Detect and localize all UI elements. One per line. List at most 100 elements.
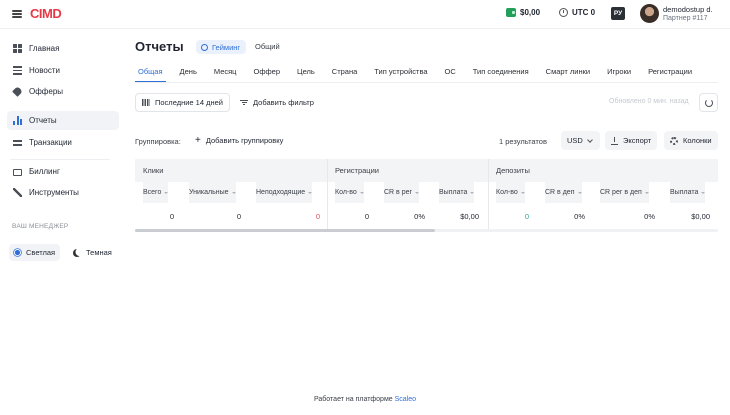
sidebar-divider: [10, 159, 110, 160]
tab-country[interactable]: Страна: [329, 60, 361, 82]
theme-light-label: Светлая: [26, 248, 56, 257]
sort-icon: [164, 191, 169, 194]
tab-connection-type[interactable]: Тип соединения: [470, 60, 532, 82]
theme-dark-label: Темная: [86, 248, 112, 257]
sidebar-item-home[interactable]: Главная: [7, 39, 119, 58]
language-switch[interactable]: РУ: [611, 7, 625, 20]
menu-icon[interactable]: [12, 10, 22, 18]
sidebar-item-reports[interactable]: Отчеты: [7, 111, 119, 130]
plus-icon: +: [195, 134, 201, 146]
sidebar-item-transactions[interactable]: Транзакции: [7, 133, 119, 152]
filter-icon: [240, 99, 248, 106]
tab-goal[interactable]: Цель: [294, 60, 318, 82]
date-range-label: Последние 14 дней: [155, 98, 223, 107]
table-cell: 0%: [574, 211, 585, 221]
column-header-clicks-invalid[interactable]: Неподходящие: [256, 182, 313, 203]
grouping-label: Группировка:: [135, 137, 181, 146]
tab-players[interactable]: Игроки: [604, 60, 634, 82]
column-header-clicks-unique[interactable]: Уникальные: [189, 182, 236, 203]
sort-icon: [415, 191, 420, 194]
tab-registrations[interactable]: Регистрации: [645, 60, 695, 82]
column-header-label: Всего: [143, 189, 162, 196]
tab-offer[interactable]: Оффер: [250, 60, 283, 82]
report-tabs: Общая День Месяц Оффер Цель Страна Тип у…: [135, 60, 706, 82]
columns-button[interactable]: Колонки: [664, 131, 718, 150]
sidebar-item-label: Инструменты: [29, 188, 79, 197]
sort-icon: [359, 191, 364, 194]
column-header-dep-count[interactable]: Кол-во: [496, 182, 525, 203]
bar-chart-icon: [13, 116, 22, 125]
column-header-label: Неподходящие: [256, 189, 306, 196]
sort-icon: [231, 191, 236, 194]
sort-icon: [470, 191, 475, 194]
column-header-label: Кол-во: [496, 189, 518, 196]
column-header-label: CR в деп: [545, 189, 575, 196]
column-header-dep-payout[interactable]: Выплата: [670, 182, 706, 203]
footer-link[interactable]: Scaleo: [395, 396, 416, 403]
report-type-general[interactable]: Общий: [255, 42, 280, 51]
refresh-icon: [704, 98, 713, 107]
sidebar-item-label: Транзакции: [29, 138, 72, 147]
sun-icon: [14, 249, 21, 256]
wallet-icon: [506, 8, 516, 17]
user-name[interactable]: demodostup d.: [663, 5, 713, 14]
column-header-reg-count[interactable]: Кол-во: [335, 182, 364, 203]
theme-light-toggle[interactable]: Светлая: [9, 244, 61, 261]
tab-device-type[interactable]: Тип устройства: [371, 60, 430, 82]
manager-label: ВАШ МЕНЕДЖЕР: [12, 223, 69, 230]
export-label: Экспорт: [623, 136, 652, 145]
column-header-reg-cr[interactable]: CR в рег: [384, 182, 420, 203]
tab-smart-links[interactable]: Смарт линки: [543, 60, 593, 82]
sidebar-item-offers[interactable]: Офферы: [7, 82, 119, 101]
export-button[interactable]: Экспорт: [605, 131, 658, 150]
calendar-icon: [142, 99, 150, 106]
sidebar-item-label: Биллинг: [29, 167, 60, 176]
currency-select[interactable]: USD: [561, 131, 600, 150]
columns-label: Колонки: [683, 136, 712, 145]
report-table: Клики Регистрации Депозиты Всего Уникаль…: [135, 159, 718, 232]
tab-day[interactable]: День: [177, 60, 200, 82]
sidebar-item-tools[interactable]: Инструменты: [7, 183, 119, 202]
avatar[interactable]: [640, 4, 659, 23]
sidebar-item-news[interactable]: Новости: [7, 61, 119, 80]
sort-icon: [308, 191, 313, 194]
timezone-widget[interactable]: UTC 0: [559, 8, 595, 17]
add-filter-button[interactable]: Добавить фильтр: [234, 93, 320, 112]
footer-text: Работает на платформе: [313, 396, 395, 403]
tabs-divider: [135, 82, 718, 83]
sidebar-item-label: Офферы: [29, 87, 64, 96]
sidebar-item-label: Главная: [29, 44, 60, 53]
table-cell: 0: [236, 211, 241, 221]
clock-icon: [559, 8, 568, 17]
tab-general[interactable]: Общая: [135, 60, 166, 82]
sidebar-item-billing[interactable]: Биллинг: [7, 162, 119, 181]
table-cell: 0: [524, 211, 529, 221]
column-header-dep-cr[interactable]: CR в деп: [545, 182, 582, 203]
column-header-clicks-total[interactable]: Всего: [143, 182, 169, 203]
tab-os[interactable]: ОС: [442, 60, 459, 82]
download-icon: [611, 136, 618, 145]
tab-month[interactable]: Месяц: [211, 60, 240, 82]
add-grouping-button[interactable]: + Добавить группировку: [189, 131, 289, 150]
column-header-reg-dep-cr[interactable]: CR рег в деп: [600, 182, 649, 203]
gaming-icon: [201, 43, 208, 51]
column-group-clicks: Клики: [135, 159, 327, 182]
table-cell: $0,00: [691, 211, 710, 221]
add-filter-label: Добавить фильтр: [253, 98, 314, 107]
moon-icon: [73, 249, 81, 257]
report-type-gaming-label: Гейминг: [212, 42, 241, 52]
balance-widget[interactable]: $0,00: [506, 8, 540, 17]
sort-icon: [577, 191, 582, 194]
updated-status: Обновлено 0 мин. назад: [609, 98, 689, 105]
report-type-gaming[interactable]: Гейминг: [196, 40, 247, 54]
brand-logo[interactable]: CIMD: [30, 6, 62, 21]
timezone-value: UTC 0: [572, 8, 596, 17]
date-range-button[interactable]: Последние 14 дней: [135, 93, 230, 112]
sidebar-item-label: Отчеты: [29, 116, 57, 125]
table-cell: 0: [169, 211, 174, 221]
scrollbar-thumb[interactable]: [135, 229, 435, 232]
gear-icon: [670, 136, 678, 145]
column-header-reg-payout[interactable]: Выплата: [439, 182, 475, 203]
theme-dark-toggle[interactable]: Темная: [68, 244, 117, 261]
refresh-button[interactable]: [699, 93, 718, 112]
